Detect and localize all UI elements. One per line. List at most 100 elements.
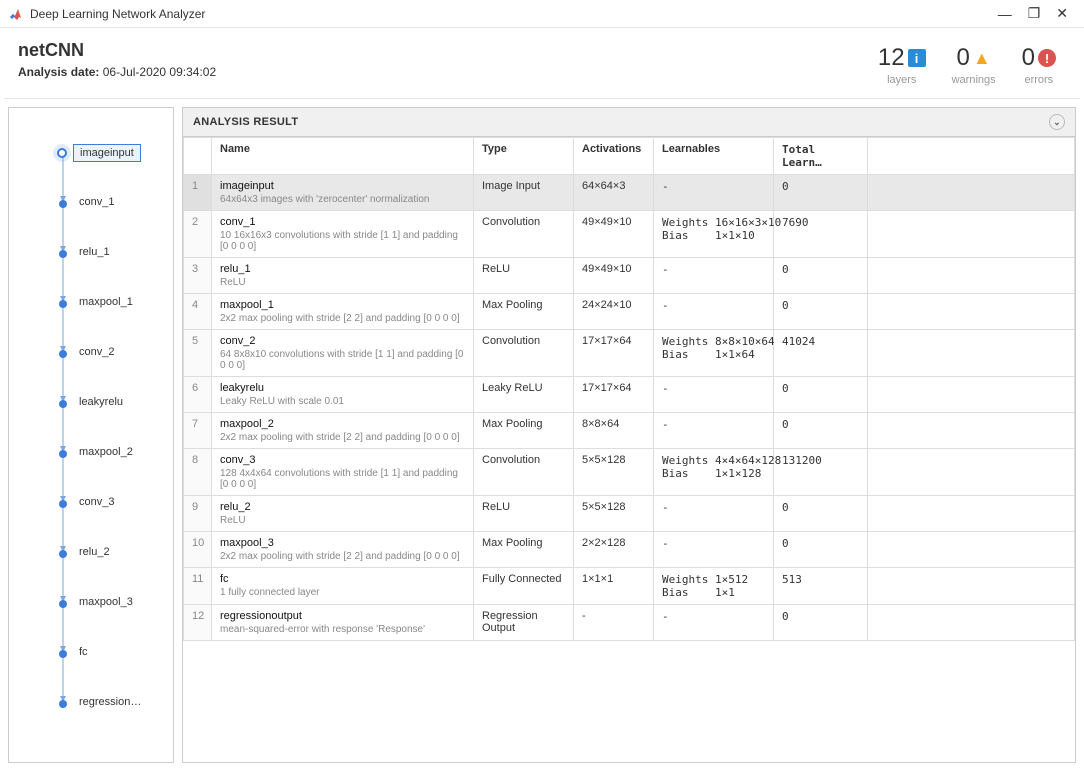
node-label[interactable]: fc: [73, 644, 94, 660]
column-header[interactable]: Learnables: [654, 138, 774, 175]
layer-desc: 2x2 max pooling with stride [2 2] and pa…: [220, 432, 465, 443]
cell-learnables: Weights 1×512 Bias 1×1: [654, 568, 774, 605]
row-index: 2: [184, 211, 212, 258]
table-row[interactable]: 2conv_110 16x16x3 convolutions with stri…: [184, 211, 1075, 258]
graph-node-maxpool_2[interactable]: maxpool_2: [49, 438, 173, 488]
node-label[interactable]: regression…: [73, 694, 147, 710]
minimize-button[interactable]: —: [998, 6, 1012, 22]
results-table-wrap[interactable]: NameTypeActivationsLearnablesTotal Learn…: [183, 137, 1075, 762]
graph-node-leakyrelu[interactable]: leakyrelu: [49, 388, 173, 438]
node-dot-icon: [59, 600, 67, 608]
cell-total: 0: [774, 605, 868, 641]
node-label[interactable]: conv_3: [73, 494, 120, 510]
node-label[interactable]: maxpool_1: [73, 294, 139, 310]
cell-type: Max Pooling: [474, 294, 574, 330]
cell-spare: [868, 413, 1075, 449]
column-header[interactable]: Activations: [574, 138, 654, 175]
table-row[interactable]: 1imageinput64x64x3 images with 'zerocent…: [184, 175, 1075, 211]
cell-activations: 8×8×64: [574, 413, 654, 449]
cell-spare: [868, 449, 1075, 496]
cell-activations: 5×5×128: [574, 449, 654, 496]
maximize-button[interactable]: ❐: [1028, 5, 1041, 22]
node-label[interactable]: relu_1: [73, 244, 116, 260]
table-row[interactable]: 11fc1 fully connected layerFully Connect…: [184, 568, 1075, 605]
cell-activations: 17×17×64: [574, 377, 654, 413]
window-controls: — ❐ ✕: [998, 5, 1076, 22]
table-row[interactable]: 6leakyreluLeaky ReLU with scale 0.01Leak…: [184, 377, 1075, 413]
graph-node-maxpool_3[interactable]: maxpool_3: [49, 588, 173, 638]
table-row[interactable]: 9relu_2ReLUReLU5×5×128-0: [184, 496, 1075, 532]
node-label[interactable]: relu_2: [73, 544, 116, 560]
cell-total: 513: [774, 568, 868, 605]
cell-activations: 5×5×128: [574, 496, 654, 532]
table-header-row: NameTypeActivationsLearnablesTotal Learn…: [184, 138, 1075, 175]
column-header[interactable]: Total Learn…: [774, 138, 868, 175]
cell-activations: 49×49×10: [574, 258, 654, 294]
layer-name: leakyrelu: [220, 382, 465, 394]
stat-layers-value: 12: [878, 44, 905, 72]
cell-spare: [868, 605, 1075, 641]
table-row[interactable]: 8conv_3128 4x4x64 convolutions with stri…: [184, 449, 1075, 496]
cell-total: 131200: [774, 449, 868, 496]
layer-desc: 1 fully connected layer: [220, 587, 465, 598]
layer-name: relu_1: [220, 263, 465, 275]
graph-node-conv_2[interactable]: conv_2: [49, 338, 173, 388]
layer-name: conv_3: [220, 454, 465, 466]
cell-total: 0: [774, 532, 868, 568]
layer-name: regressionoutput: [220, 610, 465, 622]
graph-node-regression…[interactable]: regression…: [49, 688, 173, 738]
node-label[interactable]: conv_2: [73, 344, 120, 360]
cell-name: maxpool_12x2 max pooling with stride [2 …: [212, 294, 474, 330]
row-index: 12: [184, 605, 212, 641]
table-row[interactable]: 4maxpool_12x2 max pooling with stride [2…: [184, 294, 1075, 330]
row-index: 9: [184, 496, 212, 532]
column-header-spare: [868, 138, 1075, 175]
column-header[interactable]: Name: [212, 138, 474, 175]
graph-node-relu_1[interactable]: relu_1: [49, 238, 173, 288]
node-dot-icon: [57, 148, 67, 158]
table-row[interactable]: 12 regressionoutput mean-squared-error wit…: [184, 605, 1075, 641]
node-label[interactable]: maxpool_2: [73, 444, 139, 460]
column-header[interactable]: [184, 138, 212, 175]
row-index: 4: [184, 294, 212, 330]
warning-icon: ▲: [973, 49, 991, 67]
cell-activations: 24×24×10: [574, 294, 654, 330]
cell-learnables: Weights 4×4×64×128 Bias 1×1×128: [654, 449, 774, 496]
row-index: 1: [184, 175, 212, 211]
node-dot-icon: [59, 450, 67, 458]
graph-node-relu_2[interactable]: relu_2: [49, 538, 173, 588]
layer-desc: Leaky ReLU with scale 0.01: [220, 396, 465, 407]
table-row[interactable]: 10maxpool_32x2 max pooling with stride […: [184, 532, 1075, 568]
graph-node-fc[interactable]: fc: [49, 638, 173, 688]
stat-layers: 12 i layers: [878, 44, 926, 86]
column-header[interactable]: Type: [474, 138, 574, 175]
graph-node-imageinput[interactable]: imageinput: [49, 138, 173, 188]
layer-desc: mean-squared-error with response 'Respon…: [220, 624, 465, 635]
table-row[interactable]: 7maxpool_22x2 max pooling with stride [2…: [184, 413, 1075, 449]
network-graph-panel[interactable]: imageinput conv_1 relu_1 maxpool_1 conv_2lea…: [8, 107, 174, 763]
cell-type: Max Pooling: [474, 532, 574, 568]
expand-icon[interactable]: ⌄: [1049, 114, 1065, 130]
cell-total: 41024: [774, 330, 868, 377]
cell-learnables: -: [654, 532, 774, 568]
graph-node-conv_1[interactable]: conv_1: [49, 188, 173, 238]
network-name: netCNN: [18, 40, 878, 61]
graph-node-maxpool_1[interactable]: maxpool_1: [49, 288, 173, 338]
cell-type: Regression Output: [474, 605, 574, 641]
node-label[interactable]: conv_1: [73, 194, 120, 210]
close-button[interactable]: ✕: [1056, 5, 1068, 22]
layer-name: conv_1: [220, 216, 465, 228]
cell-name: conv_3128 4x4x64 convolutions with strid…: [212, 449, 474, 496]
cell-type: Fully Connected: [474, 568, 574, 605]
graph-node-conv_3[interactable]: conv_3: [49, 488, 173, 538]
cell-learnables: -: [654, 605, 774, 641]
cell-name: regressionoutput mean-squared-error with …: [212, 605, 474, 641]
node-label[interactable]: imageinput: [73, 144, 141, 162]
node-label[interactable]: leakyrelu: [73, 394, 129, 410]
node-label[interactable]: maxpool_3: [73, 594, 139, 610]
cell-type: Convolution: [474, 330, 574, 377]
stat-errors-label: errors: [1022, 74, 1056, 86]
cell-name: relu_2ReLU: [212, 496, 474, 532]
table-row[interactable]: 3relu_1ReLUReLU49×49×10-0: [184, 258, 1075, 294]
table-row[interactable]: 5conv_264 8x8x10 convolutions with strid…: [184, 330, 1075, 377]
